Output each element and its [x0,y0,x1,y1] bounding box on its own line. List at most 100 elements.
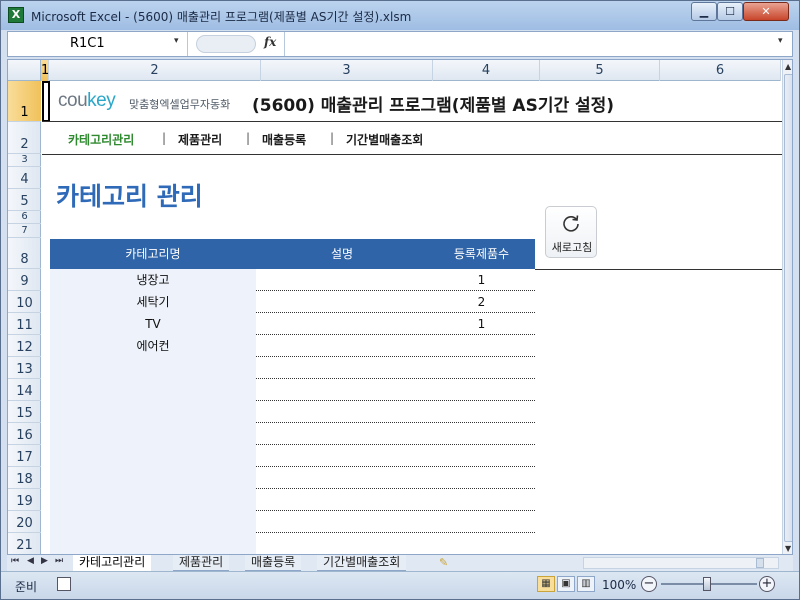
vertical-scroll-thumb[interactable] [784,74,792,542]
column-header-6[interactable]: 6 [660,60,781,81]
normal-view-icon[interactable]: ▦ [537,576,555,592]
excel-app-icon[interactable]: X [8,7,24,23]
row-header-21[interactable]: 21 [8,533,41,554]
insert-sheet-icon[interactable]: ✎ [439,556,448,569]
menu-item-period-sales[interactable]: 기간별매출조회 [346,131,423,148]
vertical-scrollbar[interactable]: ▲ ▼ [782,60,792,554]
table-row[interactable] [50,533,535,554]
cell-category-name[interactable] [50,533,256,554]
close-button[interactable]: ✕ [743,2,789,21]
cell-product-count[interactable] [428,423,535,445]
sheet-tab-products[interactable]: 제품관리 [173,555,230,571]
prev-sheet-icon[interactable]: ◀ [27,556,34,566]
macro-record-icon[interactable] [57,577,71,591]
row-header-19[interactable]: 19 [8,489,41,511]
row-header-10[interactable]: 10 [8,291,41,313]
formula-input[interactable] [284,32,778,56]
name-box[interactable]: R1C1 ▾ [8,32,188,56]
cell-category-name[interactable] [50,423,256,445]
table-row[interactable]: TV 1 [50,313,535,335]
column-header-4[interactable]: 4 [433,60,540,81]
cell-description[interactable] [256,401,428,423]
table-row[interactable] [50,379,535,401]
cell-category-name[interactable] [50,489,256,511]
page-break-view-icon[interactable]: ▥ [577,576,595,592]
row-header-1[interactable]: 1 [8,81,41,122]
cell-category-name[interactable] [50,357,256,379]
next-sheet-icon[interactable]: ▶ [41,556,48,566]
table-row[interactable] [50,489,535,511]
row-header-13[interactable]: 13 [8,357,41,379]
cell-category-name[interactable] [50,511,256,533]
formula-bar-divider[interactable] [196,35,256,53]
table-row[interactable] [50,401,535,423]
zoom-out-icon[interactable]: − [641,576,657,592]
menu-item-sales-entry[interactable]: 매출등록 [262,131,306,148]
cell-description[interactable] [256,423,428,445]
row-header-4[interactable]: 4 [8,167,41,189]
zoom-slider-thumb[interactable] [703,577,711,591]
cell-category-name[interactable] [50,379,256,401]
expand-formula-bar-icon[interactable]: ▾ [778,36,783,46]
refresh-button[interactable]: 새로고침 [545,206,597,258]
row-header-16[interactable]: 16 [8,423,41,445]
row-header-14[interactable]: 14 [8,379,41,401]
menu-item-products[interactable]: 제품관리 [178,131,222,148]
cell-product-count[interactable] [428,335,535,357]
cell-description[interactable] [256,269,428,291]
cell-description[interactable] [256,511,428,533]
cell-product-count[interactable]: 1 [428,313,535,335]
horizontal-scrollbar[interactable] [583,557,779,569]
cell-description[interactable] [256,533,428,554]
sheet-tab-category[interactable]: 카테고리관리 [73,555,152,571]
cell-category-name[interactable]: 냉장고 [50,269,256,291]
row-header-15[interactable]: 15 [8,401,41,423]
table-row[interactable] [50,445,535,467]
column-header-1[interactable]: 1 [41,60,49,81]
row-header-9[interactable]: 9 [8,269,41,291]
last-sheet-icon[interactable]: ⏭ [55,556,63,566]
row-header-20[interactable]: 20 [8,511,41,533]
cell-product-count[interactable] [428,401,535,423]
menu-item-category[interactable]: 카테고리관리 [68,131,134,148]
cell-category-name[interactable]: 세탁기 [50,291,256,313]
cell-description[interactable] [256,313,428,335]
row-header-7[interactable]: 7 [8,224,41,238]
cell-description[interactable] [256,379,428,401]
cell-product-count[interactable] [428,379,535,401]
cell-category-name[interactable] [50,401,256,423]
column-header-3[interactable]: 3 [261,60,433,81]
cell-description[interactable] [256,357,428,379]
sheet-tab-sales-entry[interactable]: 매출등록 [245,555,302,571]
cell-category-name[interactable]: 에어컨 [50,335,256,357]
row-header-5[interactable]: 5 [8,189,41,211]
first-sheet-icon[interactable]: ⏮ [11,556,19,566]
cell-description[interactable] [256,467,428,489]
maximize-button[interactable]: ☐ [717,2,743,21]
cell-description[interactable] [256,291,428,313]
insert-function-icon[interactable]: fx [264,35,276,49]
page-layout-view-icon[interactable]: ▣ [557,576,575,592]
cell-product-count[interactable] [428,467,535,489]
cell-category-name[interactable] [50,467,256,489]
minimize-button[interactable]: ▁ [691,2,717,21]
cell-product-count[interactable] [428,357,535,379]
cell-category-name[interactable]: TV [50,313,256,335]
cell-product-count[interactable] [428,489,535,511]
sheet-canvas[interactable]: coukey 맞춤형엑셀업무자동화 (5600) 매출관리 프로그램(제품별 A… [42,81,782,554]
column-header-5[interactable]: 5 [540,60,660,81]
cell-product-count[interactable] [428,533,535,554]
zoom-level[interactable]: 100% [602,578,636,592]
table-row[interactable]: 냉장고 1 [50,269,535,291]
scroll-down-icon[interactable]: ▼ [785,544,791,553]
cell-description[interactable] [256,445,428,467]
cell-description[interactable] [256,335,428,357]
cell-description[interactable] [256,489,428,511]
row-header-2[interactable]: 2 [8,122,41,154]
row-header-12[interactable]: 12 [8,335,41,357]
horizontal-scroll-thumb[interactable] [756,558,764,568]
row-header-8[interactable]: 8 [8,238,41,269]
table-row[interactable]: 세탁기 2 [50,291,535,313]
sheet-tab-period-sales[interactable]: 기간별매출조회 [317,555,407,571]
row-header-11[interactable]: 11 [8,313,41,335]
